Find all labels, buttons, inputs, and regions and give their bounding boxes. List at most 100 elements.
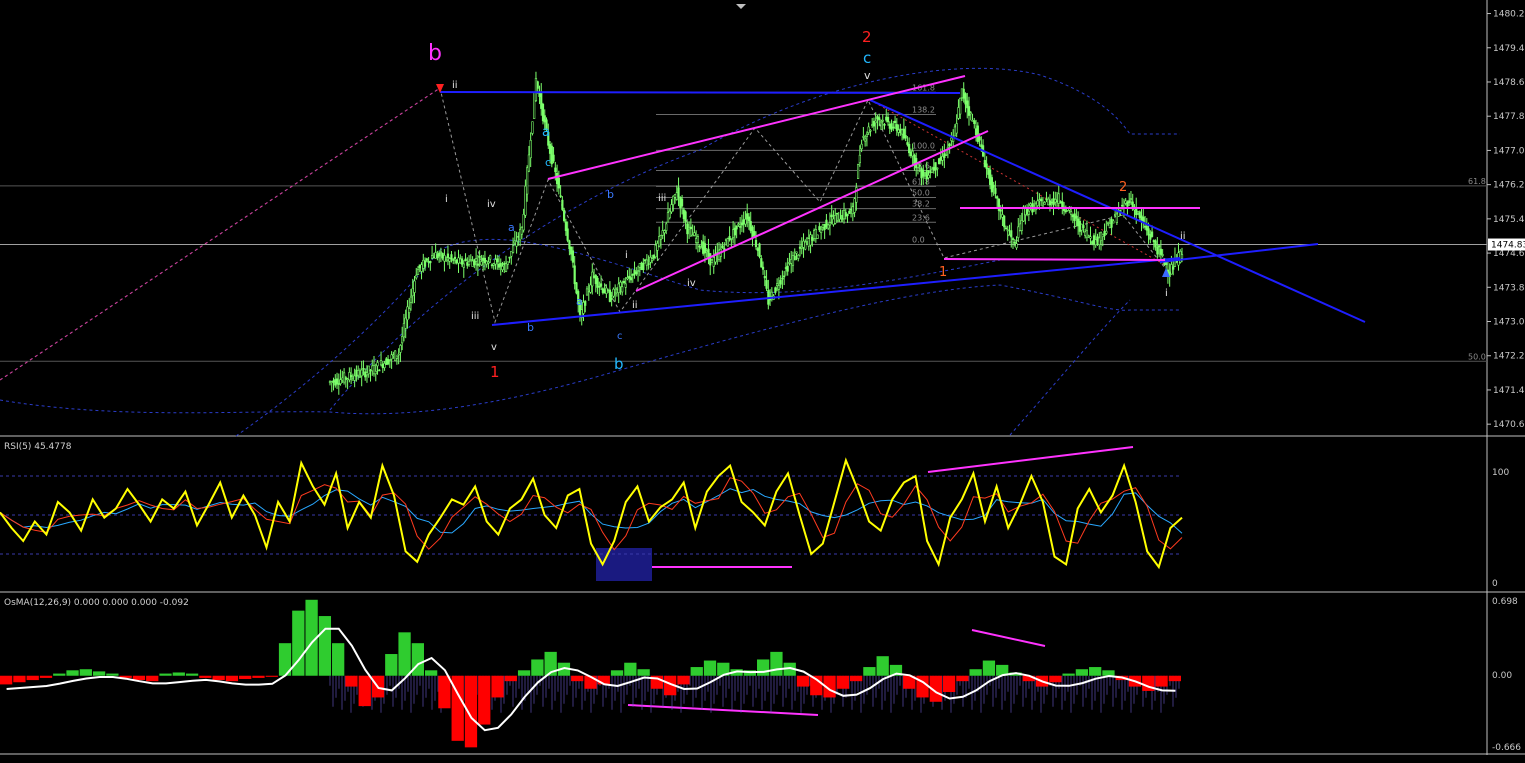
- candle-body: [460, 258, 464, 265]
- price-tick-label: 1472.23: [1493, 352, 1525, 362]
- candle-body: [517, 236, 520, 238]
- candle-body: [814, 229, 817, 239]
- candle-body: [742, 219, 745, 225]
- candle-body: [475, 258, 478, 262]
- candle-body: [744, 218, 747, 225]
- price-tick-label: 1477.83: [1493, 112, 1525, 122]
- candle-body: [619, 281, 622, 287]
- osma-bar: [438, 675, 451, 709]
- candle-body: [760, 258, 763, 268]
- candle-body: [1047, 198, 1050, 206]
- candle-body: [483, 257, 487, 264]
- candle-body: [1124, 200, 1127, 204]
- candle-body: [445, 259, 448, 262]
- candle-body: [971, 119, 974, 122]
- candle-body: [684, 211, 687, 222]
- osma-bar: [571, 675, 584, 682]
- candle-body: [469, 259, 472, 261]
- price-tick-label: 1470.63: [1493, 420, 1525, 430]
- candle-body: [798, 246, 802, 249]
- candle-body: [937, 158, 941, 165]
- wave-label-two-red-top: 2: [862, 28, 872, 46]
- osma-bar: [1062, 673, 1075, 676]
- candle-body: [571, 250, 575, 263]
- candle-body: [874, 120, 877, 124]
- candle-body: [570, 246, 573, 255]
- candle-body: [455, 259, 458, 264]
- candle-body: [526, 167, 529, 195]
- candle-body: [554, 167, 557, 173]
- candle-body: [959, 97, 962, 115]
- candle-body: [895, 124, 898, 131]
- candle-body: [710, 259, 714, 264]
- candle-body: [883, 124, 886, 126]
- candle-body: [1043, 202, 1046, 205]
- candle-body: [628, 275, 631, 279]
- candle-body: [585, 288, 589, 296]
- candle-body: [925, 170, 928, 180]
- candle-body: [1048, 200, 1052, 206]
- candle-body: [427, 261, 430, 263]
- candle-body: [605, 287, 608, 294]
- candle-body: [529, 140, 532, 159]
- osma-label: OsMA(12,26,9) 0.000 0.000 0.000 -0.092: [4, 598, 189, 608]
- candle-body: [462, 263, 465, 268]
- candle-body: [659, 235, 663, 240]
- candle-body: [932, 167, 935, 171]
- candle-body: [756, 248, 759, 251]
- candle-body: [879, 120, 883, 124]
- candle-body: [367, 365, 370, 375]
- candle-body: [746, 213, 749, 220]
- candle-body: [443, 255, 446, 262]
- candle-body: [409, 296, 413, 303]
- candle-body: [621, 286, 624, 293]
- candle-body: [1040, 198, 1043, 202]
- price-tick-label: 1473.83: [1493, 283, 1525, 293]
- candle-body: [811, 236, 814, 241]
- candle-body: [726, 238, 729, 247]
- candle-body: [365, 372, 369, 376]
- osma-bar: [239, 675, 252, 679]
- candle-body: [1161, 254, 1164, 256]
- candle-body: [837, 220, 840, 222]
- wave-label-c-small: c: [545, 156, 551, 169]
- candle-body: [679, 197, 682, 208]
- candle-body: [464, 258, 467, 262]
- candle-body: [1135, 207, 1138, 216]
- candle-body: [404, 317, 407, 329]
- candle-body: [388, 359, 391, 361]
- candle-body: [860, 143, 863, 150]
- rsi-scale-bottom: 0: [1492, 579, 1498, 589]
- candle-body: [733, 227, 736, 236]
- candle-body: [536, 81, 539, 89]
- candle-body: [707, 248, 710, 259]
- candle-body: [622, 280, 626, 283]
- candle-body: [661, 230, 664, 236]
- candle-body: [503, 263, 506, 266]
- candle-body: [603, 289, 606, 294]
- osma-bar: [677, 675, 690, 685]
- wave-label-one-red-left: 1: [490, 363, 500, 381]
- candle-body: [705, 250, 708, 252]
- trading-chart[interactable]: 61.850.0 261.8161.8138.2100.078.661.850.…: [0, 0, 1525, 763]
- candle-body: [753, 231, 756, 236]
- candle-body: [508, 256, 511, 259]
- candle-body: [501, 266, 504, 270]
- candle-body: [848, 210, 851, 214]
- candle-body: [371, 365, 374, 372]
- candle-body: [872, 121, 876, 127]
- candle-body: [948, 143, 951, 147]
- candle-body: [761, 266, 765, 270]
- candle-body: [430, 255, 434, 259]
- candle-body: [906, 142, 909, 145]
- magenta-trendline[interactable]: [943, 258, 1166, 261]
- candle-body: [1115, 213, 1118, 223]
- candle-body: [543, 115, 546, 123]
- candle-body: [901, 129, 904, 135]
- candle-body: [402, 323, 406, 338]
- candle-body: [351, 378, 354, 381]
- rsi-highlight-box[interactable]: [596, 548, 652, 581]
- blue-trendline[interactable]: [439, 91, 961, 94]
- candle-body: [899, 128, 902, 134]
- candle-body: [372, 365, 376, 375]
